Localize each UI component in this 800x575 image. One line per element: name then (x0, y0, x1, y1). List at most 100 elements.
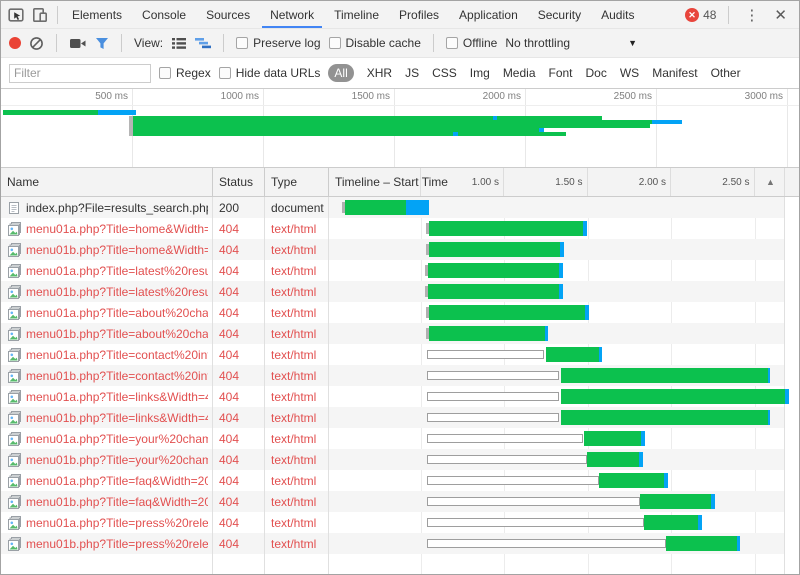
table-row[interactable]: menu01a.php?Title=press%20releas...404te… (1, 512, 799, 533)
throttling-dropdown[interactable]: No throttling ▼ (505, 36, 637, 50)
request-name: menu01b.php?Title=faq&Width=20 (26, 495, 208, 509)
tab-elements[interactable]: Elements (62, 1, 132, 28)
offline-label: Offline (463, 36, 497, 50)
table-row[interactable]: menu01b.php?Title=contact%20inf...404tex… (1, 365, 799, 386)
menu-kebab-icon[interactable]: ⋮ (741, 6, 762, 24)
waterfall-receiving-bar (599, 473, 664, 488)
filter-pill-css[interactable]: CSS (432, 66, 457, 80)
waterfall-receiving-bar (546, 347, 599, 362)
table-row[interactable]: menu01a.php?Title=home&Width=...404text/… (1, 218, 799, 239)
table-row[interactable]: menu01b.php?Title=your%20cham...404text/… (1, 449, 799, 470)
filter-pill-all[interactable]: All (328, 64, 353, 82)
column-header-name[interactable]: Name (1, 168, 213, 196)
throttling-value: No throttling (505, 36, 570, 50)
error-badge[interactable]: ✕ 48 (685, 8, 716, 22)
table-row[interactable]: menu01b.php?Title=press%20releas...404te… (1, 533, 799, 554)
filter-input[interactable] (9, 64, 151, 83)
filter-pill-ws[interactable]: WS (620, 66, 639, 80)
table-row[interactable]: menu01a.php?Title=links&Width=45404text/… (1, 386, 799, 407)
overview-bar-blue (453, 132, 458, 136)
filter-pill-other[interactable]: Other (711, 66, 741, 80)
preserve-log-label: Preserve log (253, 36, 320, 50)
scrollbar-gutter (785, 491, 799, 512)
column-header-type[interactable]: Type (265, 168, 329, 196)
table-row[interactable]: menu01a.php?Title=latest%20result...404t… (1, 260, 799, 281)
timeline-overview[interactable]: 500 ms1000 ms1500 ms2000 ms2500 ms3000 m… (1, 89, 799, 168)
table-row[interactable]: menu01b.php?Title=latest%20result...404t… (1, 281, 799, 302)
table-row[interactable]: menu01a.php?Title=about%20cham...404text… (1, 302, 799, 323)
inspect-element-icon[interactable] (7, 6, 25, 24)
status-cell: 404 (213, 344, 265, 365)
column-header-timeline[interactable]: Timeline – Start Time 1.00 s1.50 s2.00 s… (329, 168, 799, 196)
request-name-cell: menu01a.php?Title=links&Width=45 (1, 386, 213, 407)
scrollbar-gutter (785, 344, 799, 365)
tab-sources[interactable]: Sources (196, 1, 260, 28)
table-row[interactable]: menu01b.php?Title=faq&Width=20404text/ht… (1, 491, 799, 512)
filter-pill-media[interactable]: Media (503, 66, 536, 80)
type-cell: text/html (265, 449, 329, 470)
waterfall-download-bar (559, 263, 563, 278)
overview-bar-green (133, 132, 566, 136)
table-row[interactable]: index.php?File=results_search.php&...200… (1, 197, 799, 218)
stacked-pages-icon (7, 243, 21, 257)
view-waterfall-icon[interactable] (195, 37, 211, 49)
table-row[interactable]: menu01a.php?Title=your%20champ...404text… (1, 428, 799, 449)
waterfall-receiving-bar (584, 431, 641, 446)
column-header-status[interactable]: Status (213, 168, 265, 196)
preserve-log-checkbox[interactable]: Preserve log (236, 36, 320, 50)
type-cell: text/html (265, 512, 329, 533)
waterfall-waiting-bar (427, 392, 559, 401)
waterfall-cell (329, 533, 785, 554)
stacked-pages-icon (7, 327, 21, 341)
header-gridline (784, 168, 785, 196)
tab-network[interactable]: Network (260, 1, 324, 28)
table-row[interactable]: menu01a.php?Title=contact%20info...404te… (1, 344, 799, 365)
tab-timeline[interactable]: Timeline (324, 1, 389, 28)
regex-checkbox[interactable]: Regex (159, 66, 211, 80)
table-row[interactable]: menu01b.php?Title=home&Width=...404text/… (1, 239, 799, 260)
table-row[interactable]: menu01b.php?Title=links&Width=45404text/… (1, 407, 799, 428)
offline-checkbox[interactable]: Offline (446, 36, 497, 50)
stacked-pages-icon (7, 285, 21, 299)
table-row[interactable]: menu01a.php?Title=faq&Width=20404text/ht… (1, 470, 799, 491)
tab-profiles[interactable]: Profiles (389, 1, 449, 28)
filter-pill-manifest[interactable]: Manifest (652, 66, 697, 80)
stacked-pages-icon (7, 222, 21, 236)
clear-button[interactable] (29, 36, 44, 51)
tab-console[interactable]: Console (132, 1, 196, 28)
request-name-cell: index.php?File=results_search.php&... (1, 197, 213, 218)
devtools-tab-bar: ElementsConsoleSourcesNetworkTimelinePro… (1, 1, 799, 29)
status-cell: 404 (213, 428, 265, 449)
tab-audits[interactable]: Audits (591, 1, 644, 28)
filter-pill-font[interactable]: Font (549, 66, 573, 80)
waterfall-download-bar (406, 200, 429, 215)
close-icon[interactable]: ✕ (770, 6, 791, 24)
filler-type-cell (265, 554, 329, 575)
filler-status-cell (213, 554, 265, 575)
header-gridline (420, 168, 421, 196)
type-cell: text/html (265, 302, 329, 323)
filter-pill-img[interactable]: Img (470, 66, 490, 80)
waterfall-cell (329, 302, 785, 323)
filter-pill-doc[interactable]: Doc (586, 66, 607, 80)
checkbox-icon (236, 37, 248, 49)
toggle-device-toolbar-icon[interactable] (31, 6, 49, 24)
tab-application[interactable]: Application (449, 1, 528, 28)
hide-data-urls-checkbox[interactable]: Hide data URLs (219, 66, 321, 80)
filter-funnel-icon[interactable] (95, 37, 109, 50)
disable-cache-checkbox[interactable]: Disable cache (329, 36, 421, 50)
waterfall-cell (329, 512, 785, 533)
tab-security[interactable]: Security (528, 1, 591, 28)
request-name-cell: menu01a.php?Title=about%20cham... (1, 302, 213, 323)
view-list-icon[interactable] (171, 37, 187, 50)
record-button[interactable] (9, 37, 21, 49)
waterfall-cell (329, 491, 785, 512)
request-name-cell: menu01a.php?Title=home&Width=... (1, 218, 213, 239)
filter-pill-js[interactable]: JS (405, 66, 419, 80)
stacked-pages-icon (7, 390, 21, 404)
filter-pill-xhr[interactable]: XHR (367, 66, 392, 80)
stacked-pages-icon (7, 369, 21, 383)
sort-arrow-icon[interactable]: ▲ (766, 168, 775, 196)
table-row[interactable]: menu01b.php?Title=about%20cha...404text/… (1, 323, 799, 344)
capture-screenshots-icon[interactable] (69, 37, 87, 50)
